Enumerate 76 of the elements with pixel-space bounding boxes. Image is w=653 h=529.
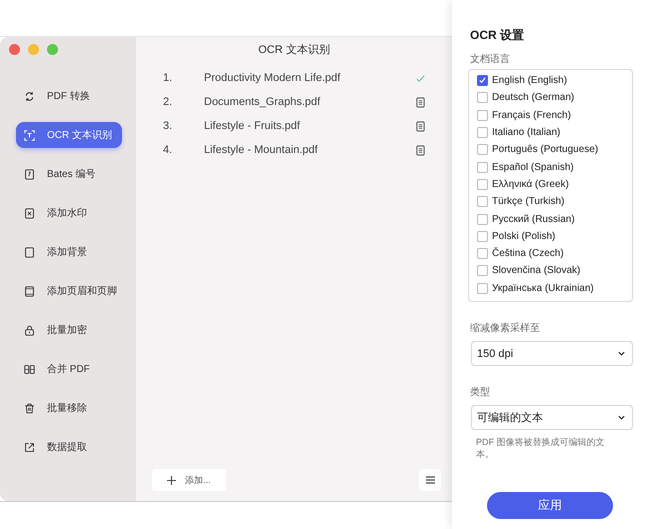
maximize-button[interactable] bbox=[47, 44, 58, 55]
language-label: Italiano (Italian) bbox=[492, 127, 560, 138]
file-name: Lifestyle - Fruits.pdf bbox=[204, 120, 301, 132]
checkbox[interactable] bbox=[477, 162, 488, 173]
checkbox[interactable] bbox=[477, 282, 488, 294]
language-label: Polski (Polish) bbox=[492, 230, 556, 242]
sidebar-item[interactable]: 数据提取 bbox=[16, 434, 122, 460]
sidebar-item[interactable]: 批量加密 bbox=[16, 317, 122, 343]
checkbox[interactable] bbox=[477, 196, 488, 208]
lock-icon bbox=[24, 324, 35, 336]
sidebar-item[interactable]: 添加背景 bbox=[16, 239, 122, 265]
language-label: Čeština (Czech) bbox=[492, 248, 564, 260]
document-icon bbox=[415, 120, 426, 132]
language-label: Español (Spanish) bbox=[492, 162, 574, 173]
field-label: 缩减像素采样至 bbox=[470, 322, 541, 335]
hint-text: PDF 图像将被替换成可编辑的文本。 bbox=[476, 436, 606, 460]
sidebar-item[interactable]: Bates 编号 bbox=[16, 161, 122, 187]
checkbox[interactable] bbox=[477, 214, 488, 225]
trash-icon bbox=[24, 402, 35, 414]
menu-icon bbox=[426, 476, 434, 484]
field-label: 类型 bbox=[470, 386, 491, 399]
file-name: Lifestyle - Mountain.pdf bbox=[204, 144, 319, 156]
file-number: 3. bbox=[163, 120, 174, 132]
sidebar-item[interactable]: 合并 PDF bbox=[16, 356, 122, 382]
checkbox[interactable] bbox=[477, 110, 488, 121]
type-dropdown[interactable]: 可编辑的文本 bbox=[471, 405, 633, 430]
checkbox[interactable] bbox=[477, 75, 488, 86]
text-scan-icon bbox=[24, 130, 35, 140]
language-label: Türkçe (Turkish) bbox=[492, 196, 564, 208]
checkbox[interactable] bbox=[477, 92, 488, 104]
document-icon bbox=[415, 96, 426, 108]
page-icon bbox=[24, 246, 35, 258]
checkbox[interactable] bbox=[477, 144, 488, 156]
panel-title: OCR 设置 bbox=[470, 27, 525, 44]
chevron-down-icon bbox=[617, 349, 626, 358]
checkbox[interactable] bbox=[477, 178, 488, 190]
file-number: 2. bbox=[163, 96, 174, 108]
checkbox[interactable] bbox=[477, 265, 488, 276]
numbered-page-icon bbox=[24, 168, 35, 180]
close-button[interactable] bbox=[9, 44, 20, 55]
chevron-down-icon bbox=[617, 413, 626, 422]
window-title: OCR 文本识别 bbox=[257, 42, 331, 58]
watermark-page-icon bbox=[24, 208, 35, 218]
header-footer-icon bbox=[24, 286, 35, 296]
sidebar-item[interactable]: OCR 文本识别 bbox=[16, 122, 122, 148]
language-label: Ελληνικά (Greek) bbox=[492, 178, 569, 190]
sidebar-item[interactable]: 添加页眉和页脚 bbox=[16, 278, 122, 304]
sidebar-item[interactable]: 批量移除 bbox=[16, 395, 122, 421]
checkbox[interactable] bbox=[477, 127, 488, 138]
export-icon bbox=[24, 442, 35, 452]
apply-button[interactable]: 应用 bbox=[487, 492, 613, 519]
document-icon bbox=[415, 144, 426, 156]
plus-icon bbox=[167, 476, 176, 484]
merge-icon bbox=[24, 364, 35, 374]
menu-button[interactable] bbox=[419, 469, 441, 491]
sidebar-item[interactable]: PDF 转换 bbox=[16, 83, 122, 109]
language-label: Français (French) bbox=[492, 110, 571, 121]
language-label: Українська (Ukrainian) bbox=[492, 282, 594, 294]
checkbox[interactable] bbox=[477, 230, 488, 242]
add-button[interactable]: 添加... bbox=[152, 469, 226, 491]
dpi-dropdown[interactable]: 150 dpi bbox=[471, 341, 633, 366]
language-label: Русский (Russian) bbox=[492, 214, 575, 225]
language-label: Slovenčina (Slovak) bbox=[492, 265, 580, 276]
field-label: 文档语言 bbox=[470, 52, 511, 66]
check-icon bbox=[415, 72, 426, 84]
file-number: 4. bbox=[163, 144, 174, 156]
refresh-icon bbox=[24, 90, 35, 102]
file-name: Productivity Modern Life.pdf bbox=[204, 72, 342, 84]
file-name: Documents_Graphs.pdf bbox=[204, 96, 322, 108]
checkbox[interactable] bbox=[477, 248, 488, 260]
language-label: Deutsch (German) bbox=[492, 92, 574, 104]
language-label: English (English) bbox=[492, 75, 568, 86]
sidebar-item[interactable]: 添加水印 bbox=[16, 200, 122, 226]
file-number: 1. bbox=[163, 72, 174, 84]
minimize-button[interactable] bbox=[28, 44, 39, 55]
language-label: Português (Portuguese) bbox=[492, 144, 598, 156]
